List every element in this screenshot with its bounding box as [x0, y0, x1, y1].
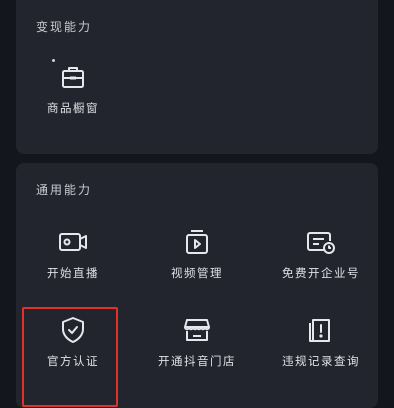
- violation-record-icon: [309, 319, 330, 342]
- live-camera-icon: [59, 233, 87, 251]
- grid-item-label: 开通抖音门店: [158, 354, 236, 368]
- grid-item-open-douyin-store[interactable]: 开通抖音门店: [142, 316, 252, 386]
- grid-item-label: 违规记录查询: [282, 354, 360, 368]
- section-title-monetize: 变现能力: [36, 20, 93, 34]
- storefront-bag-icon: [62, 67, 84, 88]
- grid-item-free-enterprise-account[interactable]: 免费开企业号: [266, 228, 376, 298]
- decorative-dot: [52, 59, 55, 62]
- monetization-card: 变现能力 商品橱窗: [16, 0, 378, 154]
- highlight-box: [22, 307, 118, 407]
- section-title-general: 通用能力: [36, 183, 93, 197]
- grid-item-start-live[interactable]: 开始直播: [18, 228, 128, 298]
- grid-item-label: 开始直播: [47, 266, 99, 280]
- grid-item-product-window[interactable]: 商品橱窗: [18, 63, 128, 133]
- grid-item-violation-record-query[interactable]: 违规记录查询: [266, 316, 376, 386]
- grid-item-label: 免费开企业号: [282, 266, 360, 280]
- enterprise-account-icon: [307, 232, 335, 254]
- grid-item-label: 商品橱窗: [47, 101, 99, 115]
- store-awning-icon: [184, 319, 210, 341]
- video-manage-icon: [186, 230, 208, 254]
- grid-item-video-management[interactable]: 视频管理: [142, 228, 252, 298]
- grid-item-label: 视频管理: [171, 266, 223, 280]
